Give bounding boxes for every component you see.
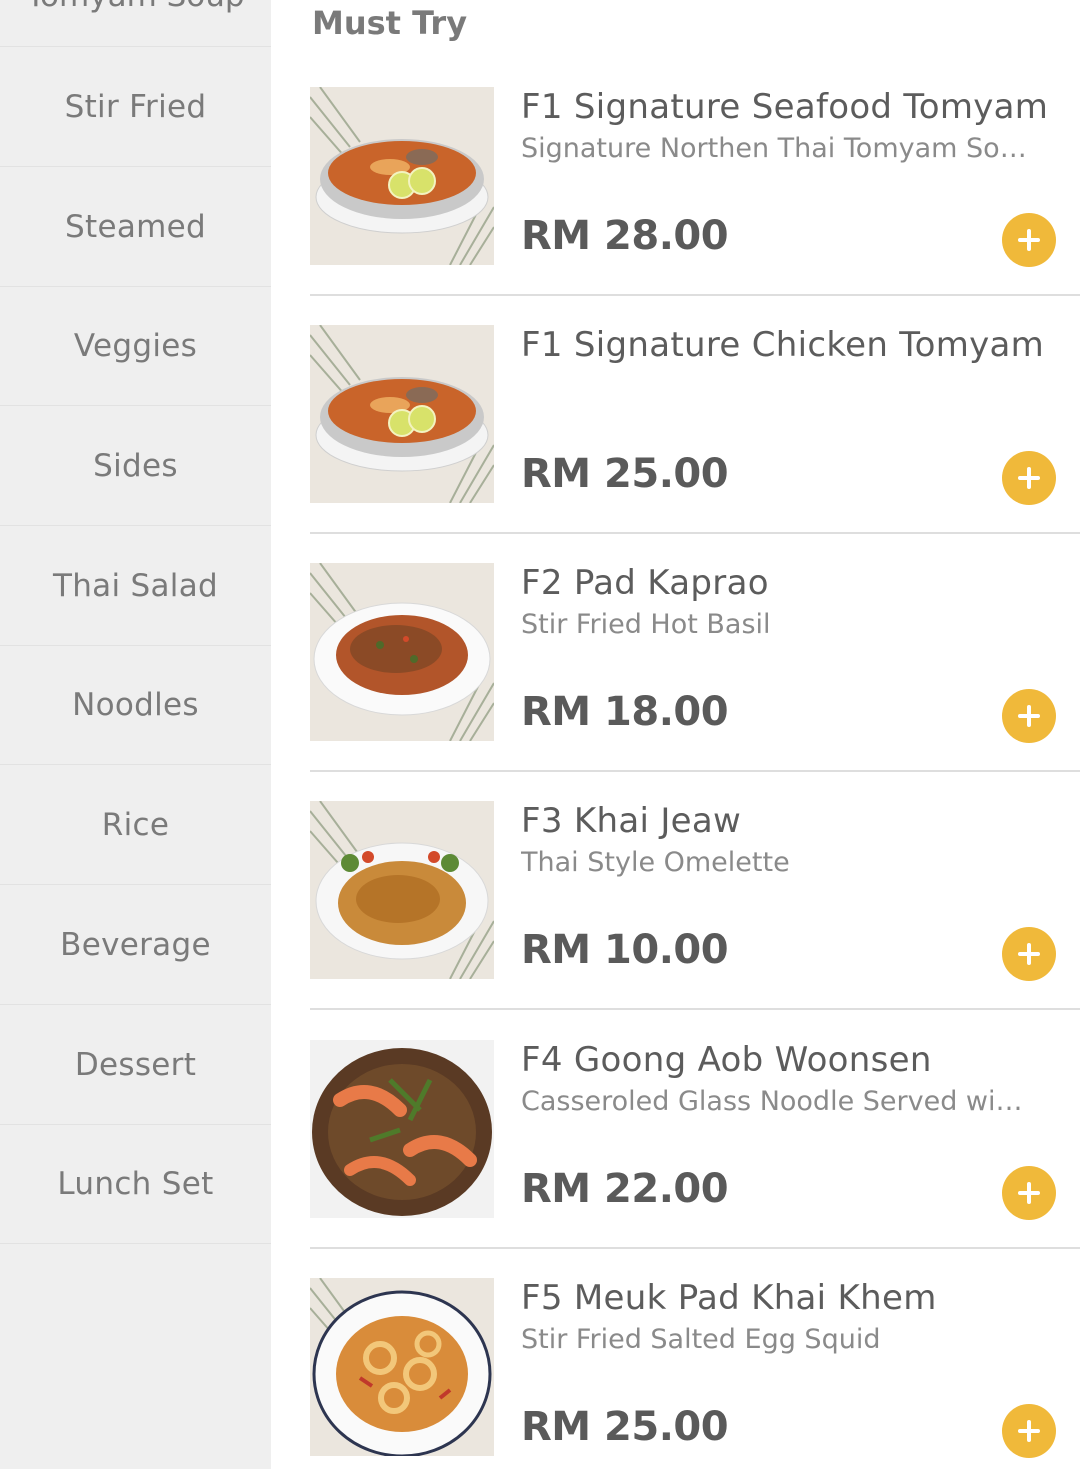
item-description: Thai Style Omelette	[521, 847, 790, 878]
sidebar-item-dessert[interactable]: Dessert	[0, 1005, 271, 1125]
salted-egg-squid-image	[310, 1278, 494, 1456]
item-description: Stir Fried Hot Basil	[521, 609, 771, 640]
item-name: F4 Goong Aob Woonsen	[521, 1040, 932, 1080]
plus-icon	[1018, 229, 1040, 251]
prawn-glass-noodle-image	[310, 1040, 494, 1218]
sidebar-item-label: Rice	[101, 806, 170, 843]
divider	[310, 294, 1080, 296]
menu-item[interactable]: F4 Goong Aob Woonsen Casseroled Glass No…	[310, 1040, 1080, 1278]
item-description: Signature Northen Thai Tomyam Soup	[521, 133, 1031, 164]
category-sidebar: Tomyam Soup Stir Fried Steamed Veggies S…	[0, 0, 271, 1469]
sidebar-item-steamed[interactable]: Steamed	[0, 167, 271, 287]
sidebar-item-label: Beverage	[60, 926, 211, 963]
item-price: RM 18.00	[521, 689, 729, 735]
menu-item[interactable]: F1 Signature Seafood Tomyam Signature No…	[310, 87, 1080, 325]
divider	[310, 532, 1080, 534]
item-price: RM 10.00	[521, 927, 729, 973]
add-to-cart-button[interactable]	[1002, 927, 1056, 981]
sidebar-item-rice[interactable]: Rice	[0, 765, 271, 885]
plus-icon	[1018, 943, 1040, 965]
sidebar-item-beverage[interactable]: Beverage	[0, 885, 271, 1005]
item-name: F1 Signature Chicken Tomyam	[521, 325, 1045, 365]
sidebar-item-veggies[interactable]: Veggies	[0, 286, 271, 406]
item-description: Casseroled Glass Noodle Served wit...	[521, 1086, 1031, 1117]
add-to-cart-button[interactable]	[1002, 1166, 1056, 1220]
tomyam-soup-image	[310, 87, 494, 265]
divider	[310, 1008, 1080, 1010]
item-description: Stir Fried Salted Egg Squid	[521, 1324, 881, 1355]
omelette-image	[310, 801, 494, 979]
sidebar-item-label: Tomyam Soup	[0, 0, 271, 14]
sidebar-item-label: Thai Salad	[52, 567, 218, 604]
menu-item[interactable]: F5 Meuk Pad Khai Khem Stir Fried Salted …	[310, 1278, 1080, 1469]
plus-icon	[1018, 705, 1040, 727]
sidebar-item-label: Veggies	[73, 327, 198, 364]
item-name: F5 Meuk Pad Khai Khem	[521, 1278, 937, 1318]
sidebar-item-stir-fried[interactable]: Stir Fried	[0, 47, 271, 167]
plus-icon	[1018, 1182, 1040, 1204]
add-to-cart-button[interactable]	[1002, 689, 1056, 743]
sidebar-item-label: Dessert	[74, 1046, 197, 1083]
menu-item[interactable]: F1 Signature Chicken Tomyam RM 25.00	[310, 325, 1080, 563]
sidebar-item-label: Noodles	[72, 686, 199, 723]
sidebar-item-label: Lunch Set	[57, 1165, 214, 1202]
item-price: RM 22.00	[521, 1166, 729, 1212]
divider	[310, 770, 1080, 772]
plus-icon	[1018, 467, 1040, 489]
plus-icon	[1018, 1420, 1040, 1442]
section-title: Must Try	[312, 4, 468, 42]
item-price: RM 25.00	[521, 1404, 729, 1450]
sidebar-item-noodles[interactable]: Noodles	[0, 645, 271, 765]
item-price: RM 28.00	[521, 213, 729, 259]
item-name: F3 Khai Jeaw	[521, 801, 742, 841]
add-to-cart-button[interactable]	[1002, 1404, 1056, 1458]
menu-item[interactable]: F3 Khai Jeaw Thai Style Omelette RM 10.0…	[310, 801, 1080, 1039]
item-name: F2 Pad Kaprao	[521, 563, 769, 603]
item-price: RM 25.00	[521, 451, 729, 497]
menu-item[interactable]: F2 Pad Kaprao Stir Fried Hot Basil RM 18…	[310, 563, 1080, 801]
sidebar-item-label: Stir Fried	[64, 88, 207, 125]
tomyam-soup-image	[310, 325, 494, 503]
sidebar-item-thai-salad[interactable]: Thai Salad	[0, 526, 271, 646]
sidebar-item-label: Sides	[93, 447, 178, 484]
divider	[310, 1247, 1080, 1249]
item-name: F1 Signature Seafood Tomyam	[521, 87, 1049, 127]
add-to-cart-button[interactable]	[1002, 213, 1056, 267]
sidebar-item-partial[interactable]: Tomyam Soup	[0, 0, 271, 47]
sidebar-item-label: Steamed	[65, 208, 206, 245]
basil-stir-fry-image	[310, 563, 494, 741]
add-to-cart-button[interactable]	[1002, 451, 1056, 505]
sidebar-item-sides[interactable]: Sides	[0, 406, 271, 526]
sidebar-item-lunch-set[interactable]: Lunch Set	[0, 1124, 271, 1244]
